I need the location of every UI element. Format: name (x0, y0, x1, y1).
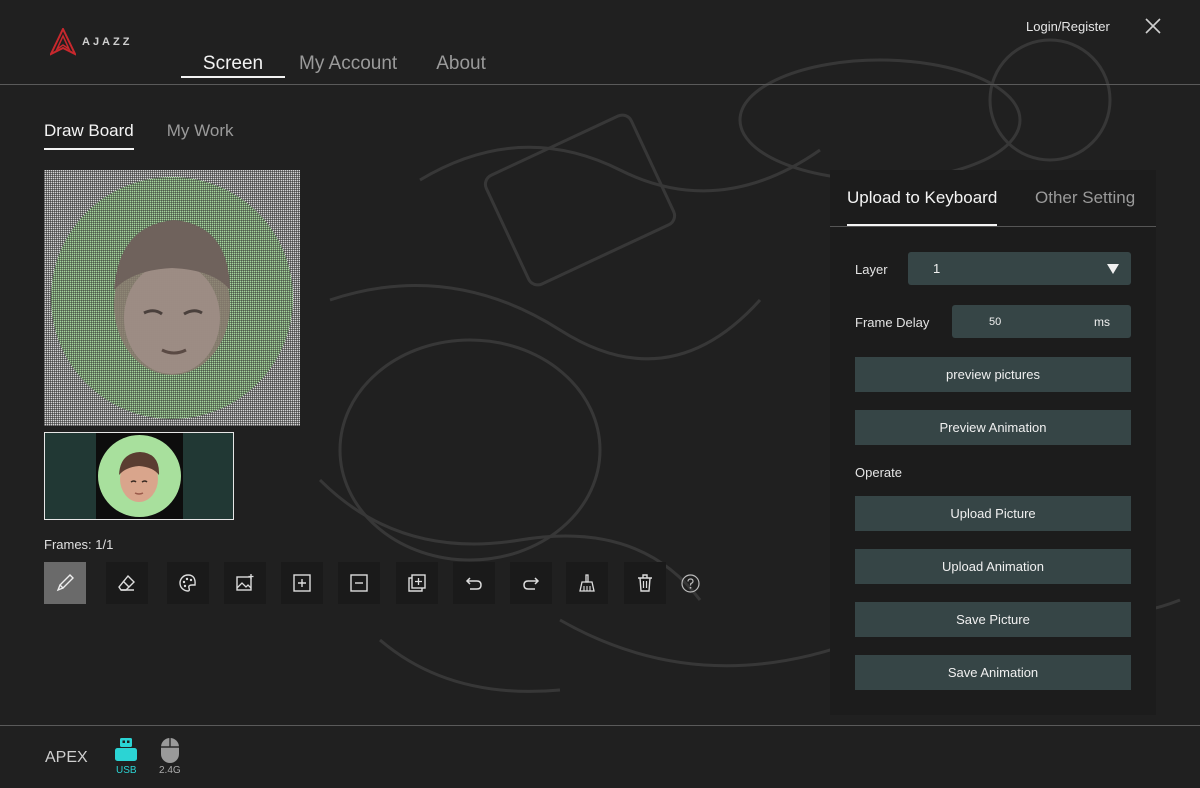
wireless-2-4g-label: 2.4G (159, 765, 181, 776)
copy-frame-icon (408, 574, 426, 592)
save-picture-button[interactable]: Save Picture (855, 602, 1131, 637)
top-header: AJAZZ Screen My Account About Login/Regi… (0, 0, 1200, 85)
frame-delay-field: ms (952, 305, 1131, 338)
palette-tool-button[interactable] (167, 562, 209, 604)
layer-select[interactable]: 1 (908, 252, 1131, 285)
layer-select-value: 1 (933, 261, 941, 276)
remove-frame-button[interactable] (338, 562, 380, 604)
tab-my-work[interactable]: My Work (167, 121, 234, 150)
device-name: APEX (45, 749, 88, 766)
drawing-canvas[interactable] (44, 170, 300, 426)
save-animation-button[interactable]: Save Animation (855, 655, 1131, 690)
main-nav: Screen My Account About (181, 50, 486, 78)
thumbnail-avatar-image (119, 452, 160, 502)
import-image-button[interactable] (224, 562, 266, 604)
add-frame-button[interactable] (281, 562, 323, 604)
upload-picture-button[interactable]: Upload Picture (855, 496, 1131, 531)
frame-delay-label: Frame Delay (855, 315, 930, 330)
operate-label: Operate (855, 465, 902, 480)
tab-upload-to-keyboard[interactable]: Upload to Keyboard (847, 188, 998, 226)
wireless-mouse-icon[interactable] (160, 737, 180, 764)
tab-about[interactable]: About (436, 50, 486, 78)
tab-screen[interactable]: Screen (181, 50, 285, 78)
undo-button[interactable] (453, 562, 495, 604)
add-frame-icon (293, 574, 311, 592)
clean-brush-icon (579, 574, 595, 592)
draw-subtabs: Draw Board My Work (44, 121, 234, 150)
frame-thumbnail[interactable] (44, 432, 234, 520)
footer-divider (0, 725, 1200, 726)
clear-canvas-button[interactable] (566, 562, 608, 604)
brand-logo: AJAZZ (50, 28, 132, 56)
thumbnail-frame (96, 433, 183, 519)
avatar-face-image (114, 220, 230, 375)
copy-frame-button[interactable] (396, 562, 438, 604)
ajazz-logo-icon (50, 28, 76, 56)
frame-delay-unit: ms (1094, 315, 1110, 329)
preview-pictures-button[interactable]: preview pictures (855, 357, 1131, 392)
redo-button[interactable] (510, 562, 552, 604)
redo-icon (523, 577, 540, 590)
tab-draw-board[interactable]: Draw Board (44, 121, 134, 150)
usb-label: USB (116, 765, 137, 776)
dropdown-arrow-icon (1107, 264, 1119, 274)
logo-text: AJAZZ (82, 36, 133, 48)
usb-keyboard-icon[interactable] (113, 737, 139, 763)
close-icon[interactable] (1144, 17, 1162, 35)
frames-counter: Frames: 1/1 (44, 537, 114, 552)
remove-frame-icon (350, 574, 368, 592)
layer-label: Layer (855, 262, 888, 277)
trash-icon (638, 574, 652, 592)
tab-other-setting[interactable]: Other Setting (1035, 188, 1135, 226)
eraser-tool-button[interactable] (106, 562, 148, 604)
undo-icon (465, 577, 482, 590)
palette-icon (179, 574, 196, 592)
thumbnail-circle (98, 435, 181, 517)
image-icon (236, 574, 254, 591)
tab-my-account[interactable]: My Account (299, 50, 397, 78)
preview-animation-button[interactable]: Preview Animation (855, 410, 1131, 445)
frame-delay-input[interactable] (952, 305, 1082, 338)
upload-animation-button[interactable]: Upload Animation (855, 549, 1131, 584)
eraser-icon (118, 574, 135, 591)
help-icon[interactable] (681, 574, 700, 593)
delete-button[interactable] (624, 562, 666, 604)
brush-icon (56, 574, 74, 592)
login-register-link[interactable]: Login/Register (1026, 19, 1110, 34)
panel-tab-divider (830, 226, 1156, 227)
brush-tool-button[interactable] (44, 562, 86, 604)
